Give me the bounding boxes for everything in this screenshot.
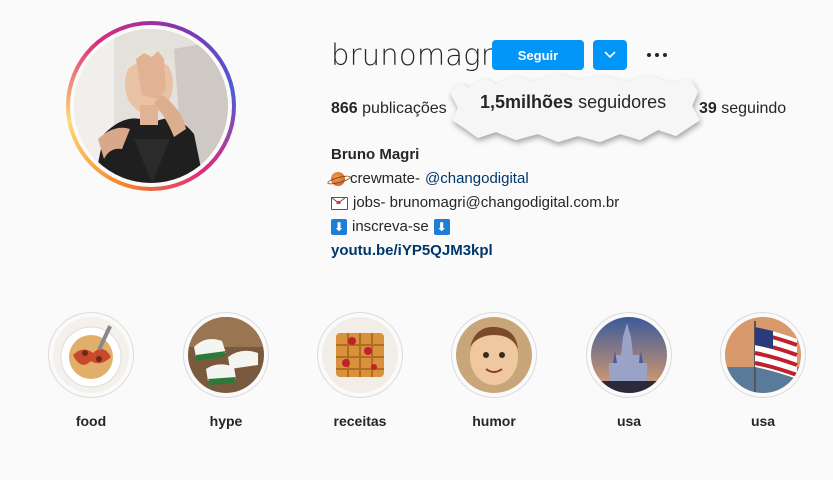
stat-following[interactable]: 39 seguindo — [699, 100, 786, 118]
planet-icon — [331, 172, 345, 186]
followers-count: 1,5milhões — [480, 92, 574, 112]
highlight-ring — [183, 312, 269, 398]
highlight-label: food — [75, 413, 107, 429]
highlight-ring — [451, 312, 537, 398]
avatar[interactable] — [74, 29, 228, 183]
highlight-ring — [48, 312, 134, 398]
highlight-ring — [586, 312, 672, 398]
bio-mention-link[interactable]: @changodigital — [425, 167, 529, 191]
highlight-ring — [720, 312, 806, 398]
highlight-humor[interactable]: humor — [449, 312, 539, 429]
highlight-label: hype — [209, 413, 243, 429]
stat-posts: 866 publicações — [331, 100, 447, 118]
posts-label: publicações — [362, 100, 447, 117]
profile-bio: Bruno Magri crewmate- @changodigital job… — [331, 143, 619, 263]
more-horizontal-icon — [647, 53, 667, 57]
bio-jobs-text: jobs- brunomagri@changodigital.com.br — [353, 194, 620, 211]
bio-subscribe-text: inscreva-se — [352, 218, 429, 235]
avatar-photo — [74, 29, 228, 183]
highlight-label: humor — [472, 413, 516, 429]
more-options-button[interactable] — [643, 44, 671, 66]
highlight-hype[interactable]: hype — [181, 312, 271, 429]
bio-external-link[interactable]: youtu.be/iYP5QJM3kpl — [331, 239, 619, 263]
chevron-down-icon — [604, 51, 616, 59]
bio-line-jobs: jobs- brunomagri@changodigital.com.br — [331, 191, 619, 215]
bio-line-crewmate: crewmate- @changodigital — [331, 167, 619, 191]
highlight-cover-usa-flag — [725, 317, 801, 393]
follow-button[interactable]: Seguir — [492, 40, 584, 70]
suggested-dropdown-button[interactable] — [593, 40, 627, 70]
highlight-ring — [317, 312, 403, 398]
stat-followers[interactable]: 1,5milhões seguidores — [480, 92, 666, 113]
highlight-cover-usa-castle — [591, 317, 667, 393]
highlight-label: usa — [750, 413, 776, 429]
profile-username: brunomagri — [331, 38, 502, 72]
highlight-food[interactable]: food — [46, 312, 136, 429]
highlight-cover-hype — [188, 317, 264, 393]
highlight-usa-1[interactable]: usa — [584, 312, 674, 429]
bio-crewmate-text: crewmate- — [350, 170, 421, 187]
highlight-usa-2[interactable]: usa — [718, 312, 808, 429]
bio-line-subscribe: ⬇ inscreva-se ⬇ — [331, 215, 619, 239]
highlight-cover-food — [53, 317, 129, 393]
down-arrow-icon: ⬇ — [331, 219, 347, 235]
down-arrow-icon: ⬇ — [433, 219, 450, 235]
highlight-label: receitas — [333, 413, 387, 429]
highlight-cover-receitas — [322, 317, 398, 393]
highlight-cover-humor — [456, 317, 532, 393]
following-label: seguindo — [721, 100, 787, 117]
followers-label: seguidores — [578, 92, 667, 112]
avatar-gap — [70, 25, 232, 187]
posts-count: 866 — [331, 100, 358, 117]
envelope-icon — [331, 196, 348, 210]
highlight-label: usa — [616, 413, 642, 429]
profile-avatar-ring[interactable] — [66, 21, 236, 191]
bio-full-name: Bruno Magri — [331, 146, 420, 163]
highlight-receitas[interactable]: receitas — [315, 312, 405, 429]
